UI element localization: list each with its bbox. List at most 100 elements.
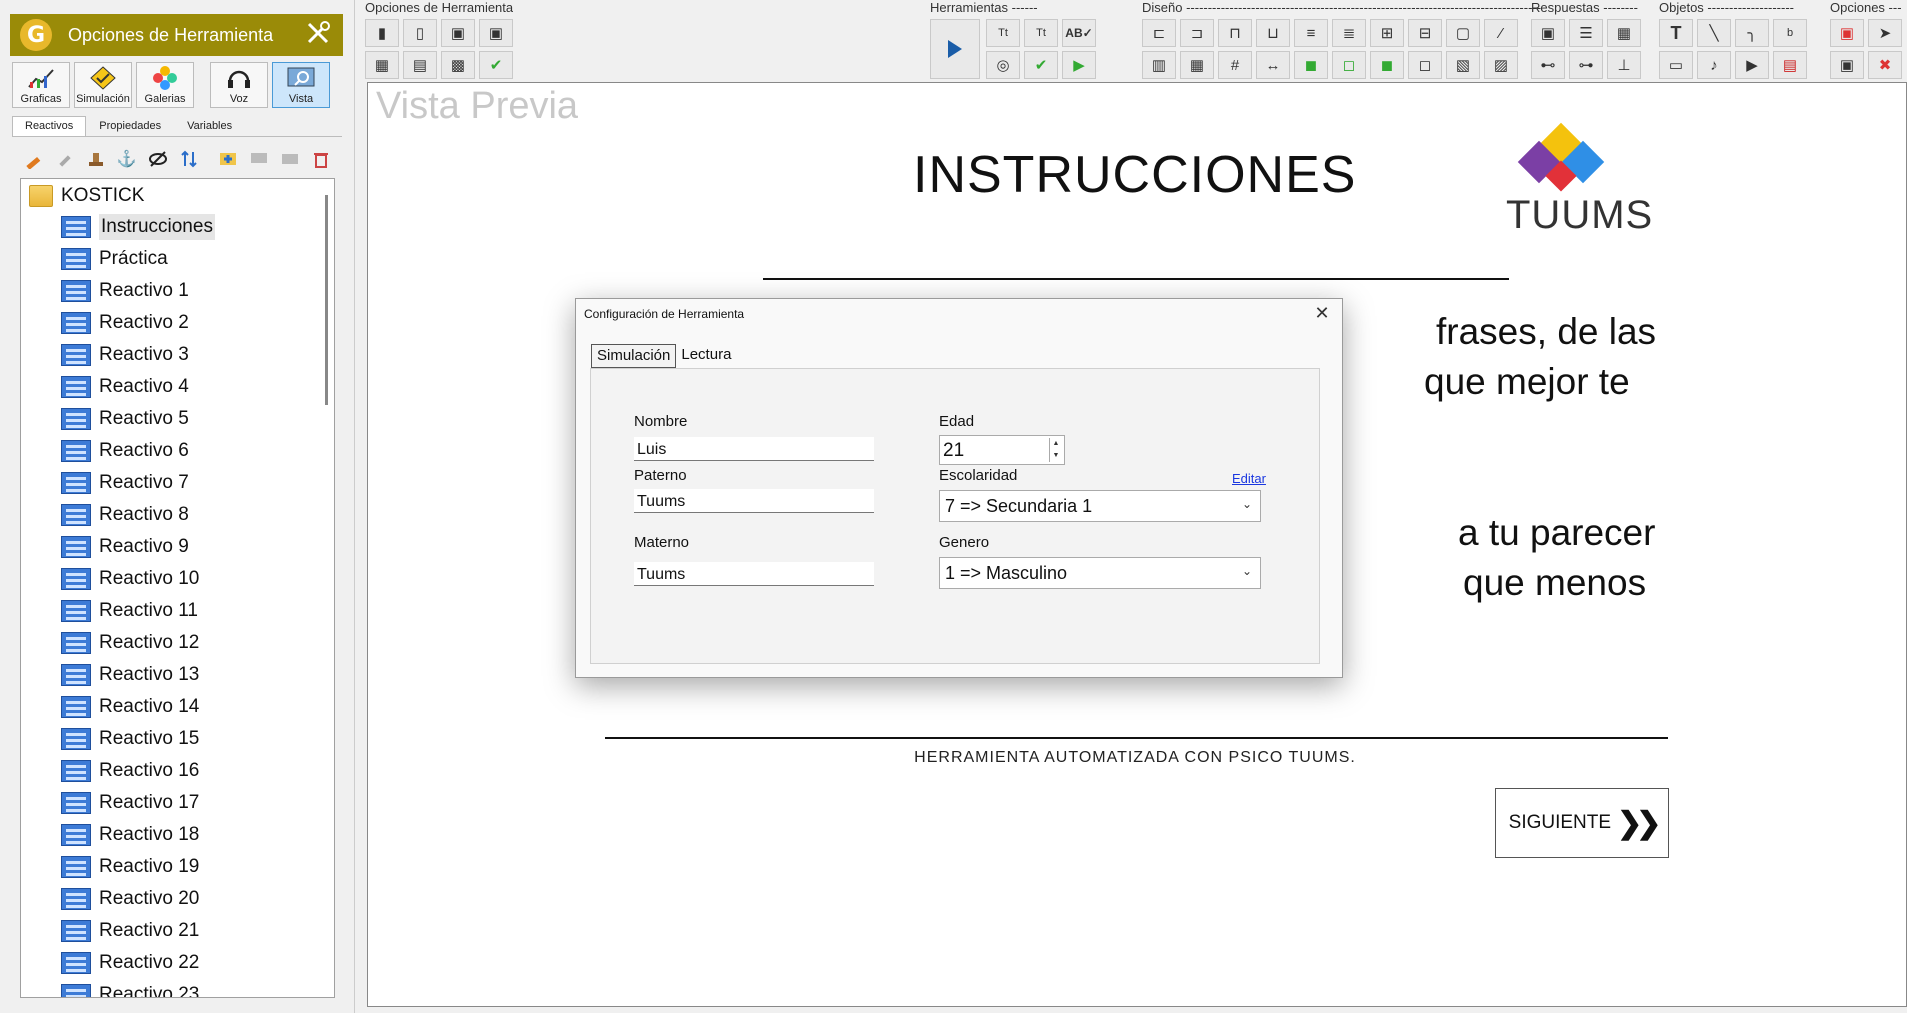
tree-item[interactable]: Reactivo 10 bbox=[61, 563, 215, 595]
export-icon[interactable]: ▶ bbox=[1062, 51, 1096, 79]
distribute-v-icon[interactable]: ≣ bbox=[1332, 19, 1366, 47]
edad-stepper[interactable]: 21 ▲ ▼ bbox=[939, 435, 1065, 465]
pdf-object-icon[interactable]: ▤ bbox=[1773, 51, 1807, 79]
tree-item[interactable]: Reactivo 23 bbox=[61, 979, 215, 997]
nombre-field[interactable]: Luis bbox=[634, 437, 874, 461]
tree-item[interactable]: Reactivo 13 bbox=[61, 659, 215, 691]
align-top-icon[interactable]: ⊓ bbox=[1218, 19, 1252, 47]
hide-icon[interactable] bbox=[144, 145, 171, 172]
response-image-icon[interactable]: ▣ bbox=[1531, 19, 1565, 47]
tree-item[interactable]: Reactivo 9 bbox=[61, 531, 215, 563]
tree-item[interactable]: Práctica bbox=[61, 243, 215, 275]
sort-icon[interactable] bbox=[175, 145, 202, 172]
send-back-icon[interactable]: ◻ bbox=[1332, 51, 1366, 79]
response-list-icon[interactable]: ☰ bbox=[1569, 19, 1603, 47]
close-icon[interactable]: ✖ bbox=[1868, 51, 1902, 79]
video-object-icon[interactable]: ▶ bbox=[1735, 51, 1769, 79]
stepper-arrows-icon[interactable]: ▲ ▼ bbox=[1049, 438, 1062, 462]
save-icon[interactable]: ▣ bbox=[441, 19, 475, 47]
tree-item[interactable]: Instrucciones bbox=[61, 211, 215, 243]
frame-icon[interactable]: ▢ bbox=[1446, 19, 1480, 47]
tree-item[interactable]: Reactivo 3 bbox=[61, 339, 215, 371]
tree-scrollbar[interactable] bbox=[325, 195, 328, 405]
card-icon[interactable] bbox=[276, 145, 303, 172]
escolaridad-select[interactable]: 7 => Secundaria 1 ⌄ bbox=[939, 490, 1261, 522]
font-size-icon[interactable]: Tt bbox=[986, 19, 1020, 47]
grid-column-icon[interactable]: ▥ bbox=[1142, 51, 1176, 79]
tree-item[interactable]: Reactivo 21 bbox=[61, 915, 215, 947]
add-icon[interactable] bbox=[214, 145, 241, 172]
send-backward-icon[interactable]: ◻ bbox=[1408, 51, 1442, 79]
save-as-icon[interactable]: ▣ bbox=[479, 19, 513, 47]
check-icon[interactable]: ✔ bbox=[479, 51, 513, 79]
stamp-icon[interactable] bbox=[82, 145, 109, 172]
tools-icon[interactable] bbox=[301, 18, 335, 52]
voz-button[interactable]: Voz bbox=[210, 62, 268, 108]
siguiente-button[interactable]: SIGUIENTE ❯❯ bbox=[1495, 788, 1669, 858]
tree-item[interactable]: Reactivo 12 bbox=[61, 627, 215, 659]
tree-item[interactable]: Reactivo 15 bbox=[61, 723, 215, 755]
play-icon[interactable] bbox=[930, 19, 980, 79]
new-document-icon[interactable]: ▯ bbox=[403, 19, 437, 47]
tab-simulacion[interactable]: Simulación bbox=[591, 344, 677, 368]
tree-item[interactable]: Reactivo 19 bbox=[61, 851, 215, 883]
center-h-icon[interactable]: ⊞ bbox=[1370, 19, 1404, 47]
users-icon[interactable]: ▦ bbox=[365, 51, 399, 79]
tab-variables[interactable]: Variables bbox=[174, 116, 245, 137]
tree-item[interactable]: Reactivo 17 bbox=[61, 787, 215, 819]
tab-lectura[interactable]: Lectura bbox=[676, 344, 736, 368]
bring-front-icon[interactable]: ◼ bbox=[1294, 51, 1328, 79]
book-icon[interactable]: ▮ bbox=[365, 19, 399, 47]
validate-icon[interactable]: ✔ bbox=[1024, 51, 1058, 79]
pointer-icon[interactable]: ➤ bbox=[1868, 19, 1902, 47]
genero-select[interactable]: 1 => Masculino ⌄ bbox=[939, 557, 1261, 589]
wand-icon[interactable]: ⁄ bbox=[1484, 19, 1518, 47]
connector-object-icon[interactable]: ╮ bbox=[1735, 19, 1769, 47]
spellcheck-icon[interactable]: AB✓ bbox=[1062, 19, 1096, 47]
simulacion-button[interactable]: Simulación bbox=[74, 62, 132, 108]
comment-icon[interactable]: ◎ bbox=[986, 51, 1020, 79]
grid-icon[interactable]: ▦ bbox=[1180, 51, 1214, 79]
tree-item[interactable]: Reactivo 14 bbox=[61, 691, 215, 723]
close-icon[interactable]: ✕ bbox=[1312, 303, 1332, 324]
align-left-icon[interactable]: ⊏ bbox=[1142, 19, 1176, 47]
galerias-button[interactable]: Galerias bbox=[136, 62, 194, 108]
response-stamp-icon[interactable]: ⊥ bbox=[1607, 51, 1641, 79]
tree-item[interactable]: Reactivo 1 bbox=[61, 275, 215, 307]
materno-field[interactable]: Tuums bbox=[634, 562, 874, 586]
tree-item[interactable]: Reactivo 2 bbox=[61, 307, 215, 339]
tree-item[interactable]: Reactivo 11 bbox=[61, 595, 215, 627]
tab-propiedades[interactable]: Propiedades bbox=[86, 116, 174, 137]
text-object-icon[interactable]: T bbox=[1659, 19, 1693, 47]
image-object-icon[interactable]: ▭ bbox=[1659, 51, 1693, 79]
tree-root[interactable]: KOSTICK bbox=[29, 183, 144, 209]
response-table-icon[interactable]: ▦ bbox=[1607, 19, 1641, 47]
tree-item[interactable]: Reactivo 20 bbox=[61, 883, 215, 915]
edit-pencil-icon[interactable] bbox=[20, 145, 47, 172]
monitor-icon[interactable] bbox=[245, 145, 272, 172]
calendar-icon[interactable]: ▩ bbox=[441, 51, 475, 79]
tree-item[interactable]: Reactivo 6 bbox=[61, 435, 215, 467]
audio-object-icon[interactable]: ♪ bbox=[1697, 51, 1731, 79]
bring-forward-icon[interactable]: ◼ bbox=[1370, 51, 1404, 79]
tab-reactivos[interactable]: Reactivos bbox=[12, 116, 87, 137]
edit-disabled-icon[interactable] bbox=[51, 145, 78, 172]
tree-item[interactable]: Reactivo 22 bbox=[61, 947, 215, 979]
grid-wand-icon[interactable]: ▨ bbox=[1484, 51, 1518, 79]
delete-icon[interactable] bbox=[307, 145, 334, 172]
tree-item[interactable]: Reactivo 5 bbox=[61, 403, 215, 435]
tree-item[interactable]: Reactivo 7 bbox=[61, 467, 215, 499]
vista-button[interactable]: Vista bbox=[272, 62, 330, 108]
response-link-icon[interactable]: ⊷ bbox=[1531, 51, 1565, 79]
align-right-icon[interactable]: ⊐ bbox=[1180, 19, 1214, 47]
window-icon[interactable]: ▣ bbox=[1830, 19, 1864, 47]
form-icon[interactable]: ▤ bbox=[403, 51, 437, 79]
reactivos-tree[interactable]: KOSTICK Instrucciones Práctica Reactivo 1 R… bbox=[20, 178, 335, 998]
button-object-icon[interactable]: b bbox=[1773, 19, 1807, 47]
grid-snap-icon[interactable]: # bbox=[1218, 51, 1252, 79]
tree-item[interactable]: Reactivo 18 bbox=[61, 819, 215, 851]
font-size-all-icon[interactable]: Tt bbox=[1024, 19, 1058, 47]
anchor-icon[interactable]: ⚓ bbox=[113, 145, 140, 172]
align-middle-icon[interactable]: ≡ bbox=[1294, 19, 1328, 47]
tree-item[interactable]: Reactivo 16 bbox=[61, 755, 215, 787]
